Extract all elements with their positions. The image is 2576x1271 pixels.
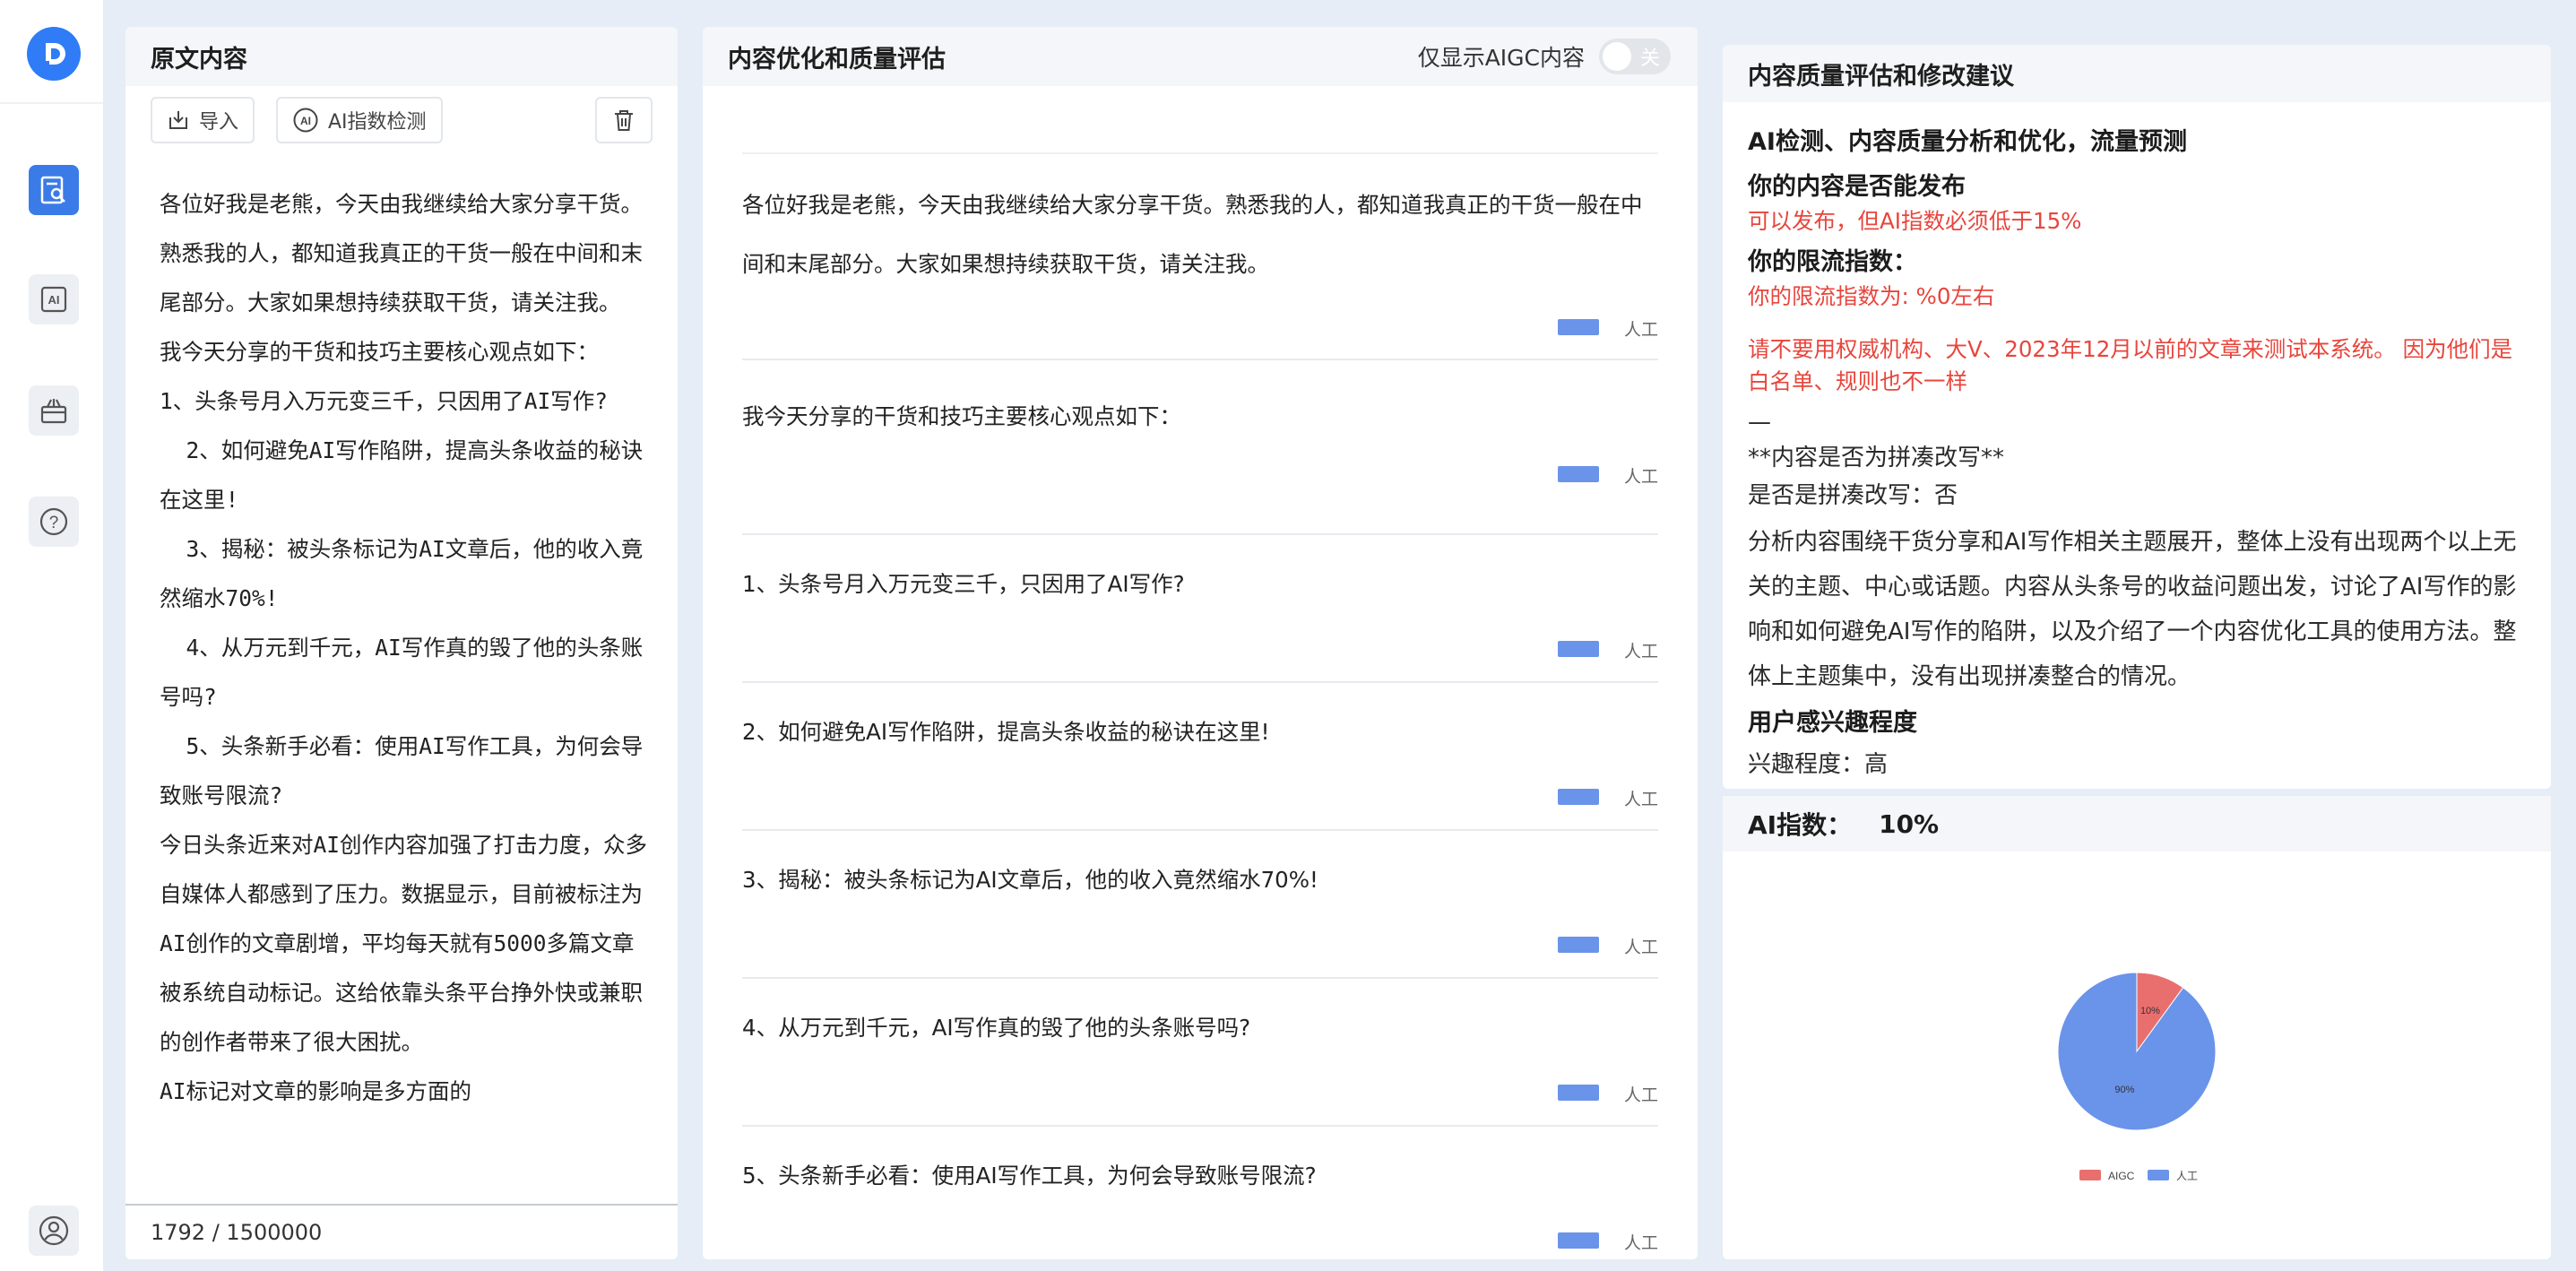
segment-tag: 人工 [1623, 1085, 1658, 1105]
sidebar-item-account[interactable] [29, 1206, 79, 1256]
aigc-filter: 仅显示AIGC内容 关 [1418, 39, 1671, 74]
human-score-bar [1558, 937, 1599, 953]
patchwork-title: **内容是否为拼凑改写** [1748, 445, 2005, 471]
segment-item[interactable]: 各位好我是老熊，今天由我继续给大家分享干货。熟悉我的人，都知道我真正的干货一般在… [742, 176, 1658, 360]
segment-item[interactable]: 我今天分享的干货和技巧主要核心观点如下： 人工 [742, 387, 1658, 535]
ai-icon: AI [40, 286, 67, 313]
segment-text: 我今天分享的干货和技巧主要核心观点如下： [742, 403, 1181, 429]
optimization-title: 内容优化和质量评估 [728, 45, 946, 73]
evaluation-title: 内容质量评估和修改建议 [1723, 45, 2551, 102]
ai-index-chart: 10% 90% AIGC 人工 [1723, 852, 2551, 1259]
document-search-icon [40, 176, 65, 204]
trash-icon [615, 110, 633, 131]
sidebar: AI ? [0, 0, 103, 1271]
segment-item[interactable]: 4、从万元到千元，AI写作真的毁了他的头条账号吗? 人工 [742, 979, 1658, 1127]
segment-item[interactable]: 3、揭秘：被头条标记为AI文章后，他的收入竟然缩水70%! 人工 [742, 831, 1658, 979]
ai-index-check-label: AI指数检测 [328, 111, 427, 134]
ai-index-check-button[interactable]: AI AI指数检测 [276, 97, 443, 143]
optimization-panel: 内容优化和质量评估 仅显示AIGC内容 关 各位好我是老熊，今天由我继续给大家分… [703, 27, 1698, 1259]
help-icon: ? [39, 507, 68, 536]
import-button[interactable]: 导入 [151, 97, 255, 143]
svg-text:AI: AI [300, 115, 311, 127]
ai-index-label: AI指数： [1748, 810, 1853, 840]
human-score-bar [1558, 1232, 1599, 1249]
aigc-filter-toggle[interactable]: 关 [1599, 39, 1671, 74]
segment-text: 1、头条号月入万元变三千，只因用了AI写作? [742, 571, 1185, 597]
segment-tag: 人工 [1623, 642, 1658, 661]
character-counter: 1792 / 1500000 [125, 1204, 678, 1259]
import-icon [169, 111, 187, 129]
toggle-state: 关 [1639, 48, 1660, 70]
whitelist-warning: 请不要用权威机构、大V、2023年12月以前的文章来测试本系统。 因为他们是白名… [1748, 336, 2513, 394]
evaluation-heading: AI检测、内容质量分析和优化，流量预测 [1748, 128, 2187, 156]
ai-index-value: 10% [1879, 808, 1940, 839]
segment-item[interactable]: 5、头条新手必看：使用AI写作工具，为何会导致账号限流? 人工 [742, 1127, 1658, 1259]
segment-text: 2、如何避免AI写作陷阱，提高头条收益的秘诀在这里! [742, 719, 1270, 745]
segment-item[interactable]: 1、头条号月入万元变三千，只因用了AI写作? 人工 [742, 535, 1658, 683]
import-button-label: 导入 [199, 111, 239, 134]
segment-tag: 人工 [1623, 320, 1658, 340]
segment-item[interactable]: 2、如何避免AI写作陷阱，提高头条收益的秘诀在这里! 人工 [742, 683, 1658, 831]
sidebar-divider [0, 102, 103, 104]
pie-data-label: 90% [2114, 1085, 2134, 1095]
segment-text: 3、揭秘：被头条标记为AI文章后，他的收入竟然缩水70%! [742, 867, 1318, 893]
delete-button[interactable] [595, 97, 653, 143]
help-icon-text: ? [49, 514, 59, 532]
ai-circle-icon: AI [293, 108, 318, 133]
legend-label[interactable]: 人工 [2176, 1170, 2198, 1182]
interest-value: 兴趣程度：高 [1748, 751, 1889, 778]
ai-index-pie-chart: 10% 90% AIGC 人工 [2057, 972, 2217, 1182]
human-score-bar [1558, 466, 1599, 482]
original-content-panel: 原文内容 导入 AI AI指数检测 各位好我是老熊，今天由我继续给大家分享干货。… [125, 27, 678, 1259]
original-text-editor[interactable]: 各位好我是老熊，今天由我继续给大家分享干货。熟悉我的人，都知道我真正的干货一般在… [160, 179, 648, 1201]
segment-text: 4、从万元到千元，AI写作真的毁了他的头条账号吗? [742, 1015, 1251, 1041]
analysis-text: 分析内容围绕干货分享和AI写作相关主题展开，整体上没有出现两个以上无关的主题、中… [1748, 529, 2517, 690]
sidebar-item-help[interactable]: ? [29, 497, 79, 547]
segment-tag: 人工 [1623, 938, 1658, 957]
evaluation-card: 内容质量评估和修改建议 AI检测、内容质量分析和优化，流量预测 你的内容是否能发… [1723, 45, 2551, 789]
limit-answer: 你的限流指数为: %0左右 [1748, 283, 1995, 309]
aigc-filter-label: 仅显示AIGC内容 [1417, 45, 1585, 71]
human-score-bar [1558, 1085, 1599, 1101]
original-content-title: 原文内容 [125, 27, 678, 86]
segment-tag: 人工 [1623, 1233, 1658, 1253]
human-score-bar [1558, 789, 1599, 805]
segment-text: 各位好我是老熊，今天由我继续给大家分享干货。熟悉我的人，都知道我真正的干货一般在… [742, 192, 1643, 277]
app-logo[interactable] [27, 27, 81, 81]
segment-tag: 人工 [1623, 790, 1658, 809]
ai-index-header: AI指数： 10% [1723, 796, 2551, 852]
sidebar-item-ai[interactable]: AI [29, 274, 79, 324]
pie-data-label: 10% [2140, 1006, 2160, 1016]
human-score-bar [1558, 641, 1599, 657]
logo-icon [46, 43, 65, 65]
ai-icon-text: AI [48, 293, 60, 307]
evaluation-panel: 内容质量评估和修改建议 AI检测、内容质量分析和优化，流量预测 你的内容是否能发… [1723, 45, 2551, 1259]
sidebar-item-content-check[interactable] [29, 165, 79, 215]
legend-label[interactable]: AIGC [2108, 1170, 2135, 1182]
limit-question: 你的限流指数： [1748, 248, 1917, 276]
evaluation-content: AI检测、内容质量分析和优化，流量预测 你的内容是否能发布 可以发布，但AI指数… [1748, 122, 2528, 783]
sidebar-item-tools[interactable] [29, 385, 79, 436]
segment-text: 5、头条新手必看：使用AI写作工具，为何会导致账号限流? [742, 1163, 1317, 1189]
publish-question: 你的内容是否能发布 [1748, 173, 1966, 201]
optimization-header: 内容优化和质量评估 仅显示AIGC内容 关 [703, 27, 1698, 86]
toolbox-icon [40, 399, 67, 424]
toggle-knob [1603, 42, 1631, 71]
patchwork-answer: 是否是拼凑改写：否 [1748, 482, 1958, 509]
original-content-toolbar: 导入 AI AI指数检测 [151, 97, 653, 143]
pie-slice-人工[interactable] [2057, 972, 2217, 1131]
segments-top-divider [742, 152, 1658, 154]
legend-swatch[interactable] [2148, 1170, 2169, 1180]
publish-answer: 可以发布，但AI指数必须低于15% [1748, 208, 2082, 234]
interest-title: 用户感兴趣程度 [1748, 709, 1917, 737]
segment-tag: 人工 [1623, 467, 1658, 487]
section-divider: — [1748, 409, 1771, 436]
user-icon [39, 1215, 69, 1246]
human-score-bar [1558, 319, 1599, 335]
legend-swatch[interactable] [2079, 1170, 2101, 1180]
